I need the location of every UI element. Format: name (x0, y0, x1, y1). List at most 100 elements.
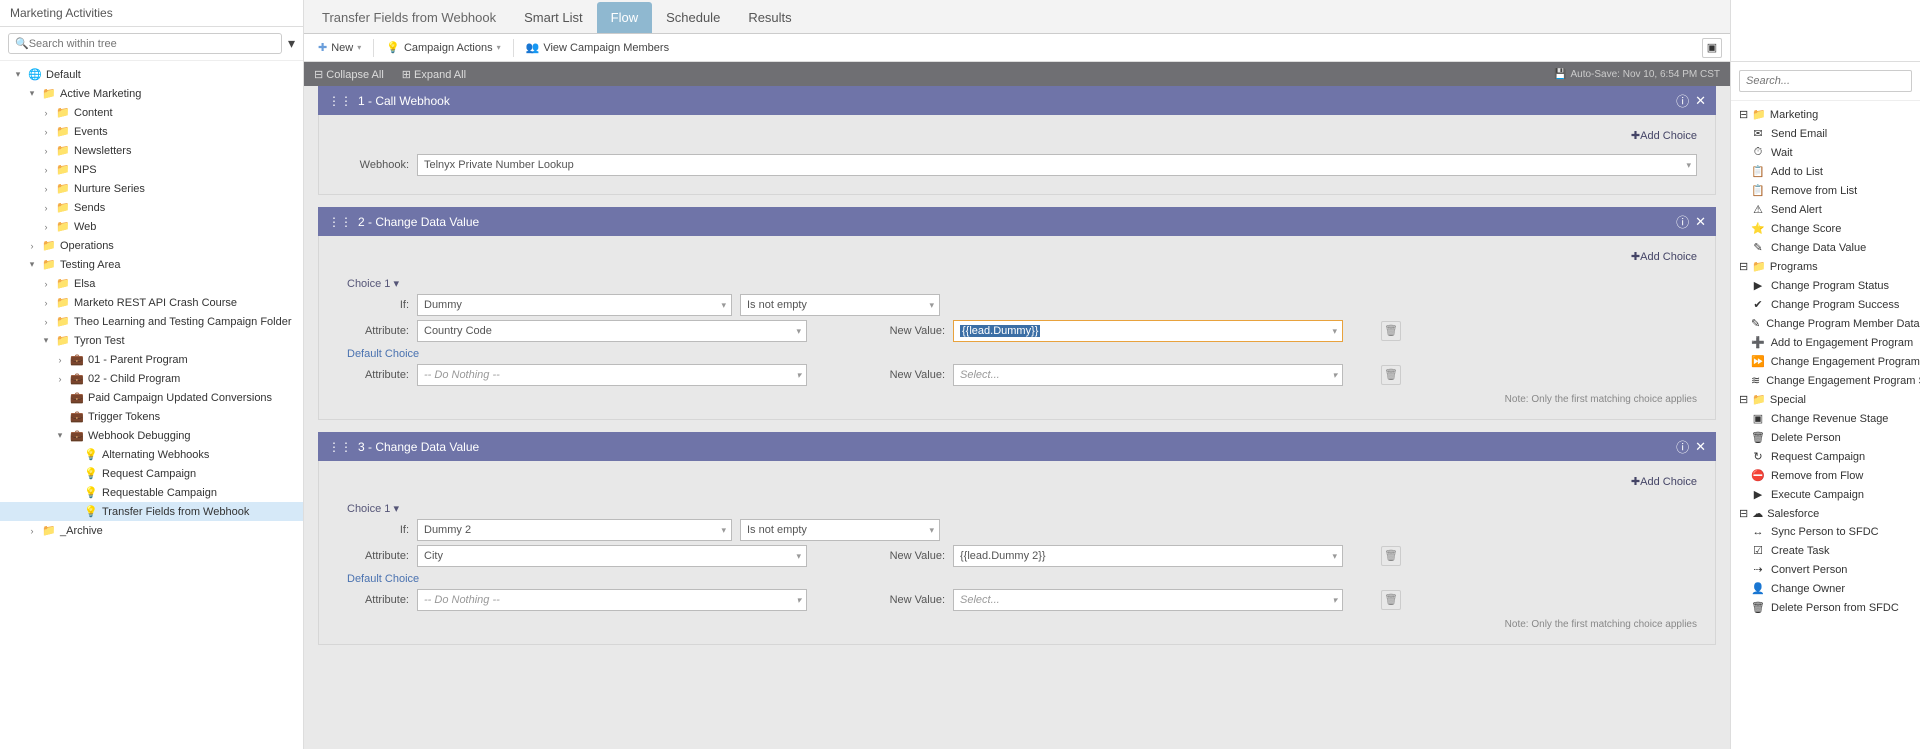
action-execute-campaign[interactable]: ▶Execute Campaign (1731, 485, 1920, 504)
help-icon[interactable]: ⓘ (1676, 212, 1689, 231)
add-choice-button[interactable]: ✚Add Choice (1631, 250, 1697, 263)
close-icon[interactable]: ✕ (1695, 214, 1706, 230)
close-icon[interactable]: ✕ (1695, 93, 1706, 109)
new-value-input[interactable]: {{lead.Dummy 2}} (953, 545, 1343, 567)
folder-icon: 📁 (55, 201, 71, 214)
action-send-alert[interactable]: ⚠Send Alert (1731, 200, 1920, 219)
tree-theo[interactable]: ›📁Theo Learning and Testing Campaign Fol… (0, 312, 303, 331)
action-send-email[interactable]: ✉Send Email (1731, 124, 1920, 143)
group-programs[interactable]: ⊟📁Programs (1731, 257, 1920, 276)
tree-newsletters[interactable]: ›📁Newsletters (0, 141, 303, 160)
tree-transfer[interactable]: 💡Transfer Fields from Webhook (0, 502, 303, 521)
new-button[interactable]: ✚New▾ (312, 38, 367, 57)
default-choice-label[interactable]: Default Choice (347, 573, 1697, 585)
delete-choice-icon[interactable]: 🗑 (1381, 590, 1401, 610)
step-1-header[interactable]: ⋮⋮ 1 - Call Webhook ⓘ ✕ (318, 86, 1716, 115)
tab-results[interactable]: Results (734, 2, 805, 33)
action-add-engagement[interactable]: ➕Add to Engagement Program (1731, 333, 1920, 352)
panel-toggle-button[interactable]: ▣ (1702, 38, 1722, 58)
tree-p02[interactable]: ›💼02 - Child Program (0, 369, 303, 388)
new-value-input[interactable]: {{lead.Dummy}} (953, 320, 1343, 342)
delete-choice-icon[interactable]: 🗑 (1381, 321, 1401, 341)
expand-all-button[interactable]: ⊞ Expand All (402, 68, 466, 81)
group-salesforce[interactable]: ⊟☁Salesforce (1731, 504, 1920, 523)
tree-alt[interactable]: 💡Alternating Webhooks (0, 445, 303, 464)
tree-req[interactable]: 💡Request Campaign (0, 464, 303, 483)
action-change-member-data[interactable]: ✎Change Program Member Data (1731, 314, 1920, 333)
tree-events[interactable]: ›📁Events (0, 122, 303, 141)
action-change-score[interactable]: ⭐Change Score (1731, 219, 1920, 238)
default-choice-label[interactable]: Default Choice (347, 348, 1697, 360)
tree-web[interactable]: ›📁Web (0, 217, 303, 236)
action-delete-sfdc[interactable]: 🗑Delete Person from SFDC (1731, 598, 1920, 617)
action-remove-from-list[interactable]: 📋Remove from List (1731, 181, 1920, 200)
action-change-cadence[interactable]: ⏩Change Engagement Program Cadence (1731, 352, 1920, 371)
default-attribute-select[interactable]: -- Do Nothing -- (417, 589, 807, 611)
delete-choice-icon[interactable]: 🗑 (1381, 546, 1401, 566)
tree-content[interactable]: ›📁Content (0, 103, 303, 122)
action-create-task[interactable]: ☑Create Task (1731, 541, 1920, 560)
tree-nurture[interactable]: ›📁Nurture Series (0, 179, 303, 198)
group-special[interactable]: ⊟📁Special (1731, 390, 1920, 409)
view-members-button[interactable]: 👥View Campaign Members (520, 38, 675, 57)
action-revenue-stage[interactable]: ▣Change Revenue Stage (1731, 409, 1920, 428)
default-new-value-input[interactable]: Select... (953, 364, 1343, 386)
attribute-select[interactable]: Country Code (417, 320, 807, 342)
if-field-select[interactable]: Dummy (417, 294, 732, 316)
help-icon[interactable]: ⓘ (1676, 91, 1689, 110)
action-change-data[interactable]: ✎Change Data Value (1731, 238, 1920, 257)
default-attribute-select[interactable]: -- Do Nothing -- (417, 364, 807, 386)
add-choice-button[interactable]: ✚Add Choice (1631, 475, 1697, 488)
if-operator-select[interactable]: Is not empty (740, 294, 940, 316)
tree-crash[interactable]: ›📁Marketo REST API Crash Course (0, 293, 303, 312)
tab-smart-list[interactable]: Smart List (510, 2, 597, 33)
group-marketing[interactable]: ⊟📁Marketing (1731, 105, 1920, 124)
action-sync-sfdc[interactable]: ↔Sync Person to SFDC (1731, 523, 1920, 541)
default-new-value-input[interactable]: Select... (953, 589, 1343, 611)
tree-elsa[interactable]: ›📁Elsa (0, 274, 303, 293)
action-remove-from-flow[interactable]: ⛔Remove from Flow (1731, 466, 1920, 485)
action-request-campaign[interactable]: ↻Request Campaign (1731, 447, 1920, 466)
step-3-header[interactable]: ⋮⋮ 3 - Change Data Value ⓘ ✕ (318, 432, 1716, 461)
tree-root-default[interactable]: ▾🌐Default (0, 65, 303, 84)
collapse-all-button[interactable]: ⊟ Collapse All (314, 68, 384, 81)
tab-schedule[interactable]: Schedule (652, 2, 734, 33)
close-icon[interactable]: ✕ (1695, 439, 1706, 455)
filter-icon[interactable]: ▾ (288, 35, 295, 52)
tree-trigger[interactable]: 💼Trigger Tokens (0, 407, 303, 426)
add-choice-button[interactable]: ✚Add Choice (1631, 129, 1697, 142)
tree-tyron[interactable]: ▾📁Tyron Test (0, 331, 303, 350)
tree-paid[interactable]: 💼Paid Campaign Updated Conversions (0, 388, 303, 407)
action-change-owner[interactable]: 👤Change Owner (1731, 579, 1920, 598)
choice-1-label[interactable]: Choice 1 ▾ (347, 277, 1697, 290)
tree-archive[interactable]: ›📁_Archive (0, 521, 303, 540)
action-search-input[interactable] (1739, 70, 1912, 92)
tree-webhook[interactable]: ▾💼Webhook Debugging (0, 426, 303, 445)
action-change-program-success[interactable]: ✔Change Program Success (1731, 295, 1920, 314)
action-wait[interactable]: ⏱Wait (1731, 143, 1920, 162)
action-convert-person[interactable]: ⇢Convert Person (1731, 560, 1920, 579)
tree-active-marketing[interactable]: ▾📁Active Marketing (0, 84, 303, 103)
tree-p01[interactable]: ›💼01 - Parent Program (0, 350, 303, 369)
if-field-select[interactable]: Dummy 2 (417, 519, 732, 541)
tree-operations[interactable]: ›📁Operations (0, 236, 303, 255)
tree-search-box[interactable]: 🔍 (8, 33, 282, 54)
action-change-stream[interactable]: ≋Change Engagement Program Stream (1731, 371, 1920, 390)
campaign-actions-button[interactable]: 💡Campaign Actions▾ (380, 38, 506, 57)
tree-reqable[interactable]: 💡Requestable Campaign (0, 483, 303, 502)
action-add-to-list[interactable]: 📋Add to List (1731, 162, 1920, 181)
action-change-program-status[interactable]: ▶Change Program Status (1731, 276, 1920, 295)
tree-testing-area[interactable]: ▾📁Testing Area (0, 255, 303, 274)
tree-search-input[interactable] (29, 38, 275, 50)
help-icon[interactable]: ⓘ (1676, 437, 1689, 456)
choice-1-label[interactable]: Choice 1 ▾ (347, 502, 1697, 515)
webhook-select[interactable]: Telnyx Private Number Lookup (417, 154, 1697, 176)
tree-nps[interactable]: ›📁NPS (0, 160, 303, 179)
delete-choice-icon[interactable]: 🗑 (1381, 365, 1401, 385)
attribute-select[interactable]: City (417, 545, 807, 567)
tree-sends[interactable]: ›📁Sends (0, 198, 303, 217)
action-delete-person[interactable]: 🗑Delete Person (1731, 428, 1920, 447)
tab-flow[interactable]: Flow (597, 2, 652, 33)
step-2-header[interactable]: ⋮⋮ 2 - Change Data Value ⓘ ✕ (318, 207, 1716, 236)
if-operator-select[interactable]: Is not empty (740, 519, 940, 541)
